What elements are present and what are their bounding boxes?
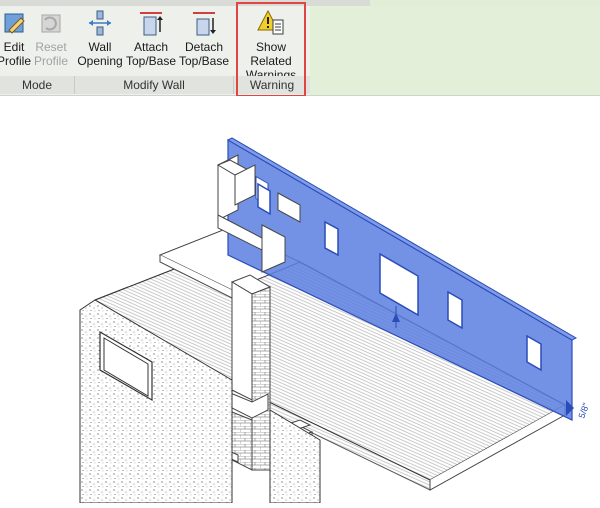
contextual-tab-background (310, 6, 600, 95)
detach-top-base-icon (193, 12, 216, 36)
edit-profile-button[interactable]: Edit Profile (0, 8, 34, 68)
canvas-margin (0, 96, 600, 116)
panel-label-modify-wall: Modify Wall (75, 76, 233, 94)
warning-highlight-box (236, 2, 306, 97)
attach-top-base-button[interactable]: Attach Top/Base (126, 8, 176, 68)
ribbon: Edit Profile Reset Profile Wall Opening … (0, 0, 600, 97)
detach-top-base-label: Detach Top/Base (179, 40, 230, 68)
reset-profile-label: Reset Profile (33, 40, 68, 68)
model-viewport[interactable]: 5/8" (0, 116, 600, 504)
attach-top-base-label: Attach Top/Base (126, 40, 177, 68)
edit-profile-label: Edit Profile (0, 40, 31, 68)
wall-opening-button[interactable]: Wall Opening (76, 8, 124, 68)
edit-profile-icon (4, 13, 25, 34)
3d-model-view[interactable]: 5/8" (0, 116, 600, 504)
reset-profile-icon (41, 14, 61, 33)
wall-opening-label: Wall Opening (77, 40, 123, 68)
panel-label-mode: Mode (0, 76, 74, 94)
dimension-label: 5/8" (576, 401, 591, 419)
wall-opening-icon (89, 10, 111, 36)
detach-top-base-button[interactable]: Detach Top/Base (179, 8, 229, 68)
attach-top-base-icon (140, 12, 163, 36)
reset-profile-button[interactable]: Reset Profile (30, 8, 72, 68)
